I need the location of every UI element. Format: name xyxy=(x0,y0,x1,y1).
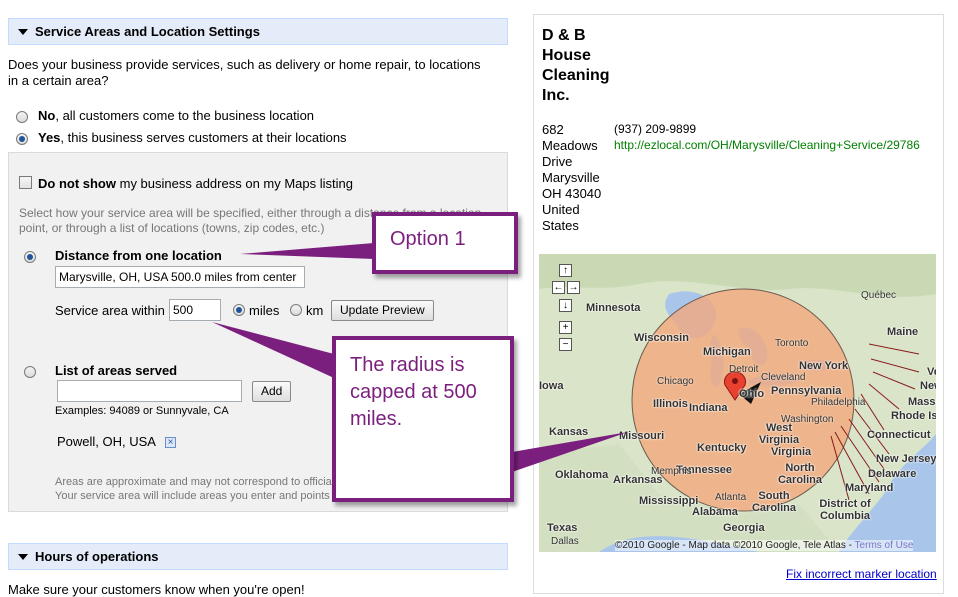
option1-callout: Option 1 xyxy=(372,212,518,274)
radius-callout: The radius is capped at 500 miles. xyxy=(332,336,514,502)
